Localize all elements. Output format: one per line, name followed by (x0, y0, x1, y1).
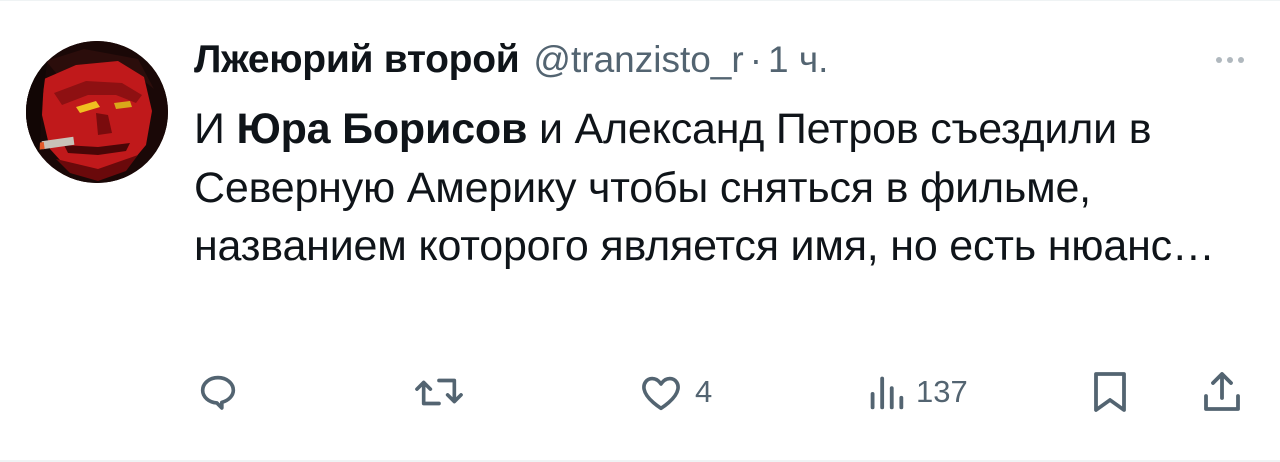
tweet-text-part: И (194, 105, 237, 153)
reply-button[interactable] (195, 360, 251, 424)
share-button[interactable] (1200, 360, 1244, 424)
header-separator: · (749, 39, 763, 80)
avatar-image (26, 41, 168, 183)
heart-icon (642, 376, 680, 411)
reply-icon (200, 375, 236, 410)
tweet-text-bold: Юра Борисов (236, 105, 528, 153)
tweet-header: Лжеюрий второй @tranzisto_r · 1 ч. (194, 38, 828, 88)
like-button[interactable]: 4 (637, 360, 712, 424)
author-handle[interactable]: @tranzisto_r (533, 39, 743, 81)
like-count: 4 (695, 374, 713, 409)
more-dot-icon (1227, 57, 1233, 63)
tweet-timestamp[interactable]: 1 ч. (768, 39, 828, 81)
more-dot-icon (1238, 57, 1244, 63)
views-count: 137 (916, 374, 968, 409)
retweet-button[interactable] (412, 360, 476, 424)
avatar[interactable] (26, 41, 168, 183)
more-options-button[interactable] (1210, 48, 1250, 72)
share-icon (1204, 372, 1240, 411)
views-button[interactable]: 137 (866, 360, 968, 424)
tweet-text: И Юра Борисов и Александ Петров съездили… (194, 100, 1264, 276)
retweet-icon (415, 378, 463, 406)
views-icon (870, 376, 904, 410)
bookmark-icon (1094, 372, 1126, 412)
action-bar: 4 137 (0, 360, 1280, 424)
top-divider (0, 0, 1280, 1)
author-display-name[interactable]: Лжеюрий второй (194, 38, 520, 82)
more-dot-icon (1216, 57, 1222, 63)
bookmark-button[interactable] (1090, 360, 1130, 424)
